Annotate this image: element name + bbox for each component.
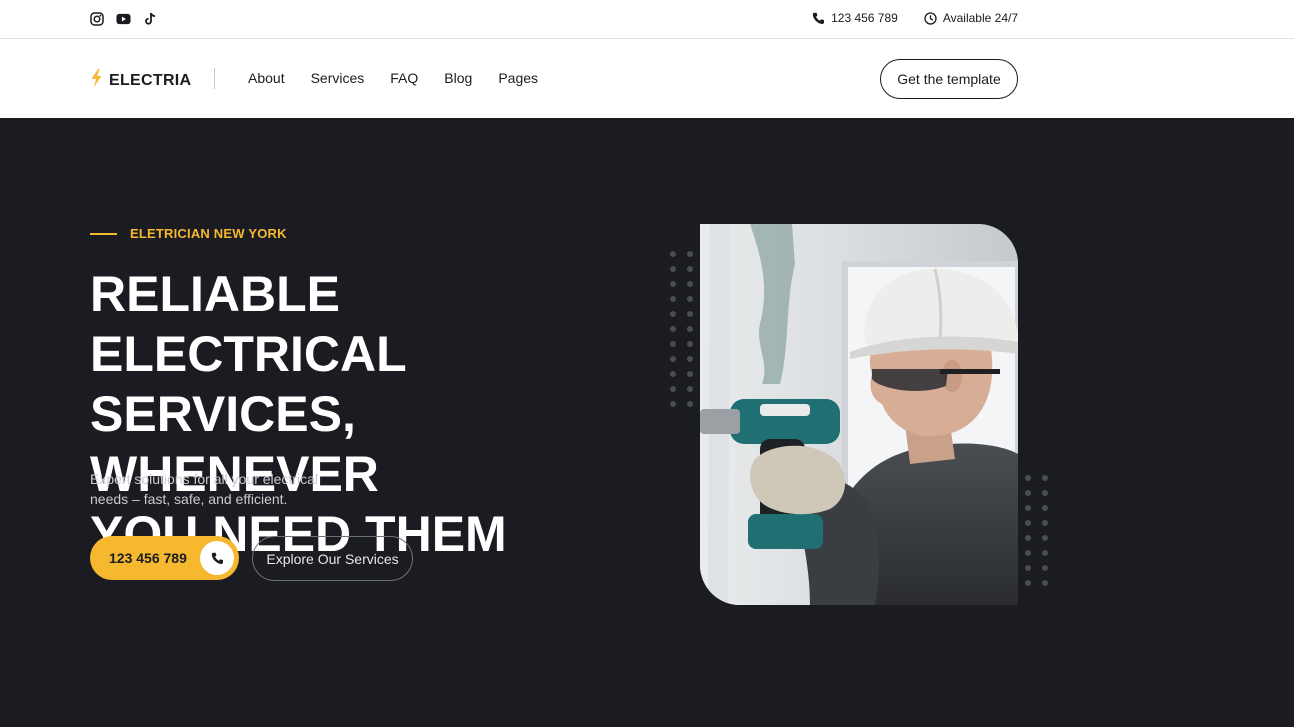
decorative-dot <box>670 371 676 377</box>
phone-icon <box>812 12 825 25</box>
decorative-dot <box>1025 490 1031 496</box>
decorative-dot <box>1042 505 1048 511</box>
hero-subtitle: Expert solutions for all your electrical… <box>90 471 318 507</box>
electrician-photo <box>700 224 1018 605</box>
decorative-dot <box>687 386 693 392</box>
decorative-dot <box>687 266 693 272</box>
call-phone-text: 123 456 789 <box>109 550 187 566</box>
decorative-dot <box>670 386 676 392</box>
decorative-dot <box>1025 505 1031 511</box>
navbar: ELECTRIA About Services FAQ Blog Pages G… <box>0 39 1294 118</box>
decorative-dot <box>1042 490 1048 496</box>
call-phone-button[interactable]: 123 456 789 <box>90 536 239 580</box>
dot-pattern-right <box>1025 475 1048 586</box>
decorative-dot <box>687 341 693 347</box>
decorative-dot <box>687 326 693 332</box>
topbar-phone-text: 123 456 789 <box>831 11 898 25</box>
decorative-dot <box>1025 580 1031 586</box>
nav-divider <box>214 68 215 89</box>
decorative-dot <box>687 281 693 287</box>
nav-link-about[interactable]: About <box>248 70 285 86</box>
eyebrow-text: ELETRICIAN NEW YORK <box>130 226 287 241</box>
nav-link-blog[interactable]: Blog <box>444 70 472 86</box>
decorative-dot <box>670 251 676 257</box>
decorative-dot <box>670 401 676 407</box>
hero-section: ELETRICIAN NEW YORK RELIABLE ELECTRICAL … <box>0 118 1294 727</box>
decorative-dot <box>1042 550 1048 556</box>
decorative-dot <box>1042 535 1048 541</box>
decorative-dot <box>1042 580 1048 586</box>
contact-info: 123 456 789 Available 24/7 <box>812 11 1018 25</box>
decorative-dot <box>1025 520 1031 526</box>
decorative-dot <box>1042 520 1048 526</box>
topbar-phone[interactable]: 123 456 789 <box>812 11 898 25</box>
decorative-dot <box>670 341 676 347</box>
decorative-dot <box>1025 565 1031 571</box>
topbar-availability-text: Available 24/7 <box>942 11 1018 25</box>
headline-line-1: RELIABLE ELECTRICAL <box>90 266 407 382</box>
eyebrow-line <box>90 232 117 235</box>
decorative-dot <box>670 356 676 362</box>
decorative-dot <box>1025 550 1031 556</box>
decorative-dot <box>670 296 676 302</box>
clock-icon <box>924 11 937 25</box>
decorative-dot <box>1042 565 1048 571</box>
decorative-dot <box>687 311 693 317</box>
youtube-icon[interactable] <box>116 11 131 26</box>
nav-link-faq[interactable]: FAQ <box>390 70 418 86</box>
get-template-button[interactable]: Get the template <box>880 59 1018 99</box>
tiktok-icon[interactable] <box>143 11 158 26</box>
phone-circle-icon <box>200 541 234 575</box>
decorative-dot <box>670 311 676 317</box>
social-links <box>89 11 158 26</box>
decorative-dot <box>687 401 693 407</box>
decorative-dot <box>1025 475 1031 481</box>
decorative-dot <box>670 281 676 287</box>
instagram-icon[interactable] <box>89 11 104 26</box>
top-bar: 123 456 789 Available 24/7 <box>0 0 1294 39</box>
topbar-availability: Available 24/7 <box>924 11 1018 25</box>
logo-text: ELECTRIA <box>109 71 192 89</box>
decorative-dot <box>1042 475 1048 481</box>
logo[interactable]: ELECTRIA <box>90 69 191 92</box>
decorative-dot <box>687 356 693 362</box>
hero-eyebrow: ELETRICIAN NEW YORK <box>90 226 287 241</box>
hero-headline: RELIABLE ELECTRICAL SERVICES, WHENEVER Y… <box>90 264 630 564</box>
decorative-dot <box>670 266 676 272</box>
decorative-dot <box>687 296 693 302</box>
nav-link-services[interactable]: Services <box>311 70 365 86</box>
decorative-dot <box>1025 535 1031 541</box>
nav-link-pages[interactable]: Pages <box>498 70 538 86</box>
explore-services-button[interactable]: Explore Our Services <box>252 536 413 581</box>
lightning-icon <box>90 69 103 92</box>
main-nav: About Services FAQ Blog Pages <box>248 70 538 86</box>
dot-pattern-left <box>670 251 693 407</box>
decorative-dot <box>687 251 693 257</box>
decorative-dot <box>670 326 676 332</box>
decorative-dot <box>687 371 693 377</box>
